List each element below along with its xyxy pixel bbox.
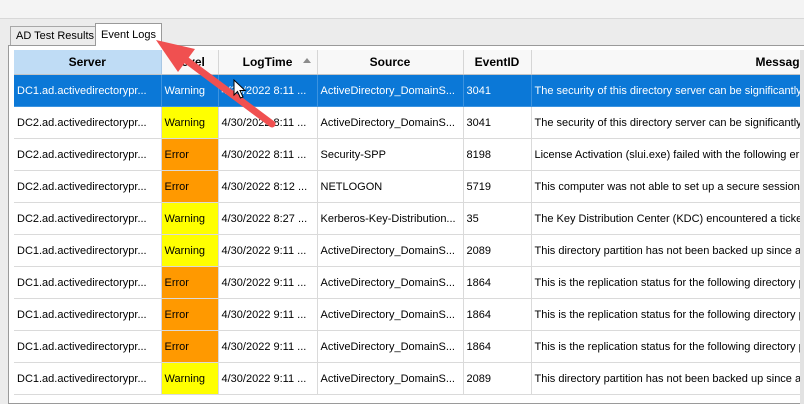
column-header-level[interactable]: Level <box>161 50 219 75</box>
cell-logtime: 4/30/2022 8:11 ... <box>218 106 318 139</box>
cell-message: This computer was not able to set up a s… <box>531 170 804 203</box>
cell-eventid: 3041 <box>463 74 532 107</box>
cell-message: The security of this directory server ca… <box>531 106 804 139</box>
column-header-message[interactable]: Message <box>531 50 804 75</box>
table-row[interactable]: DC2.ad.activedirectorypr... Error 4/30/202… <box>14 138 804 171</box>
cell-server: DC2.ad.activedirectorypr... <box>14 170 162 203</box>
event-log-table: Server Level LogTime Source EventID Mess… <box>14 50 804 395</box>
cell-message: This is the replication status for the f… <box>531 330 804 363</box>
table-row[interactable]: DC2.ad.activedirectorypr... Warning 4/30/2… <box>14 202 804 235</box>
cell-server: DC2.ad.activedirectorypr... <box>14 106 162 139</box>
cell-logtime: 4/30/2022 9:11 ... <box>218 234 318 267</box>
header-row: Server Level LogTime Source EventID Mess… <box>14 50 804 75</box>
cell-eventid: 1864 <box>463 330 532 363</box>
cell-server: DC1.ad.activedirectorypr... <box>14 298 162 331</box>
cell-message: This directory partition has not been ba… <box>531 234 804 267</box>
window-top-strip <box>0 0 804 19</box>
cell-source: ActiveDirectory_DomainS... <box>317 106 464 139</box>
cell-server: DC1.ad.activedirectorypr... <box>14 74 162 107</box>
sort-ascending-icon <box>302 58 311 63</box>
cell-server: DC2.ad.activedirectorypr... <box>14 138 162 171</box>
cell-level: Error <box>161 170 219 203</box>
tab-ad-test-results[interactable]: AD Test Results <box>10 26 101 45</box>
cell-level: Warning <box>161 234 219 267</box>
cell-message: License Activation (slui.exe) failed wit… <box>531 138 804 171</box>
table-row[interactable]: DC1.ad.activedirectorypr... Error 4/30/202… <box>14 330 804 363</box>
cell-server: DC2.ad.activedirectorypr... <box>14 202 162 235</box>
cell-eventid: 1864 <box>463 298 532 331</box>
cell-message: The security of this directory server ca… <box>531 74 804 107</box>
cell-source: ActiveDirectory_DomainS... <box>317 362 464 395</box>
cell-eventid: 35 <box>463 202 532 235</box>
table-row[interactable]: DC1.ad.activedirectorypr... Error 4/30/202… <box>14 266 804 299</box>
column-header-logtime-label: LogTime <box>242 55 293 69</box>
cell-eventid: 1864 <box>463 266 532 299</box>
mouse-pointer-icon <box>233 79 247 99</box>
cell-level: Error <box>161 138 219 171</box>
column-header-server[interactable]: Server <box>14 50 162 75</box>
cell-server: DC1.ad.activedirectorypr... <box>14 330 162 363</box>
cell-level: Warning <box>161 202 219 235</box>
event-log-grid: Server Level LogTime Source EventID Mess… <box>14 50 804 403</box>
tab-event-logs[interactable]: Event Logs <box>95 23 163 46</box>
cell-message: The Key Distribution Center (KDC) encoun… <box>531 202 804 235</box>
column-header-eventid[interactable]: EventID <box>463 50 532 75</box>
table-row[interactable]: DC1.ad.activedirectorypr... Warning 4/30/2… <box>14 74 804 107</box>
column-header-source[interactable]: Source <box>317 50 464 75</box>
cell-logtime: 4/30/2022 8:12 ... <box>218 170 318 203</box>
cell-eventid: 8198 <box>463 138 532 171</box>
tab-bar: AD Test Results Event Logs <box>0 22 804 46</box>
cell-source: Kerberos-Key-Distribution... <box>317 202 464 235</box>
cell-source: ActiveDirectory_DomainS... <box>317 298 464 331</box>
cell-message: This directory partition has not been ba… <box>531 362 804 395</box>
cell-logtime: 4/30/2022 8:11 ... <box>218 138 318 171</box>
cell-level: Warning <box>161 362 219 395</box>
table-row[interactable]: DC1.ad.activedirectorypr... Error 4/30/202… <box>14 298 804 331</box>
cell-source: ActiveDirectory_DomainS... <box>317 330 464 363</box>
cell-eventid: 2089 <box>463 234 532 267</box>
cell-source: Security-SPP <box>317 138 464 171</box>
cell-logtime: 4/30/2022 8:27 ... <box>218 202 318 235</box>
cell-level: Warning <box>161 106 219 139</box>
cell-logtime: 4/30/2022 9:11 ... <box>218 298 318 331</box>
cell-message: This is the replication status for the f… <box>531 298 804 331</box>
cell-level: Error <box>161 298 219 331</box>
cell-source: ActiveDirectory_DomainS... <box>317 74 464 107</box>
cell-level: Warning <box>161 74 219 107</box>
cell-server: DC1.ad.activedirectorypr... <box>14 362 162 395</box>
table-row[interactable]: DC2.ad.activedirectorypr... Error 4/30/202… <box>14 170 804 203</box>
cell-message: This is the replication status for the f… <box>531 266 804 299</box>
cell-server: DC1.ad.activedirectorypr... <box>14 266 162 299</box>
event-log-rows: DC1.ad.activedirectorypr... Warning 4/30/2… <box>14 74 804 395</box>
cell-eventid: 5719 <box>463 170 532 203</box>
event-logs-panel: Server Level LogTime Source EventID Mess… <box>8 45 804 404</box>
table-row[interactable]: DC2.ad.activedirectorypr... Warning 4/30/2… <box>14 106 804 139</box>
cell-source: ActiveDirectory_DomainS... <box>317 234 464 267</box>
vertical-scrollbar[interactable] <box>800 50 804 404</box>
cell-source: NETLOGON <box>317 170 464 203</box>
cell-logtime: 4/30/2022 9:11 ... <box>218 362 318 395</box>
cell-eventid: 3041 <box>463 106 532 139</box>
table-row[interactable]: DC1.ad.activedirectorypr... Warning 4/30/2… <box>14 234 804 267</box>
cell-source: ActiveDirectory_DomainS... <box>317 266 464 299</box>
cell-eventid: 2089 <box>463 362 532 395</box>
cell-server: DC1.ad.activedirectorypr... <box>14 234 162 267</box>
cell-logtime: 4/30/2022 9:11 ... <box>218 330 318 363</box>
cell-level: Error <box>161 266 219 299</box>
cell-level: Error <box>161 330 219 363</box>
cell-logtime: 4/30/2022 9:11 ... <box>218 266 318 299</box>
column-header-logtime[interactable]: LogTime <box>218 50 318 75</box>
table-row[interactable]: DC1.ad.activedirectorypr... Warning 4/30/2… <box>14 362 804 395</box>
